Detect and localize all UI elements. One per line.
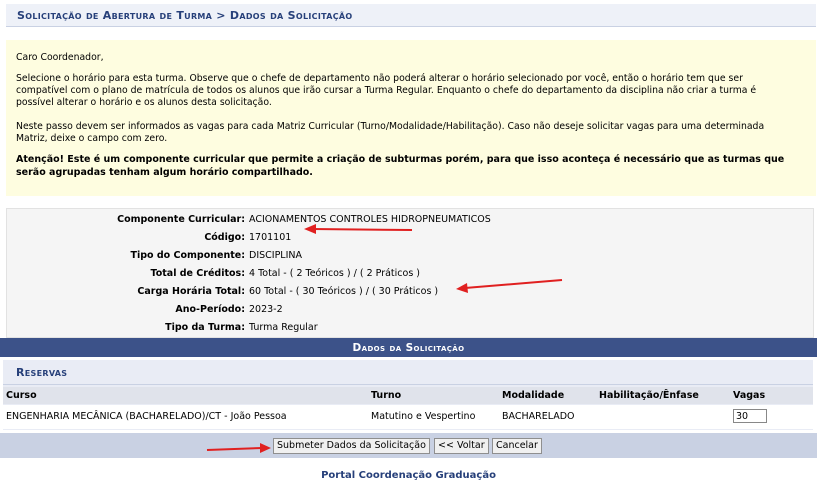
arrow-carga-horaria <box>456 279 563 293</box>
arrow-submit <box>206 443 271 453</box>
arrow-codigo <box>304 224 413 234</box>
annotation-arrows <box>206 224 563 453</box>
